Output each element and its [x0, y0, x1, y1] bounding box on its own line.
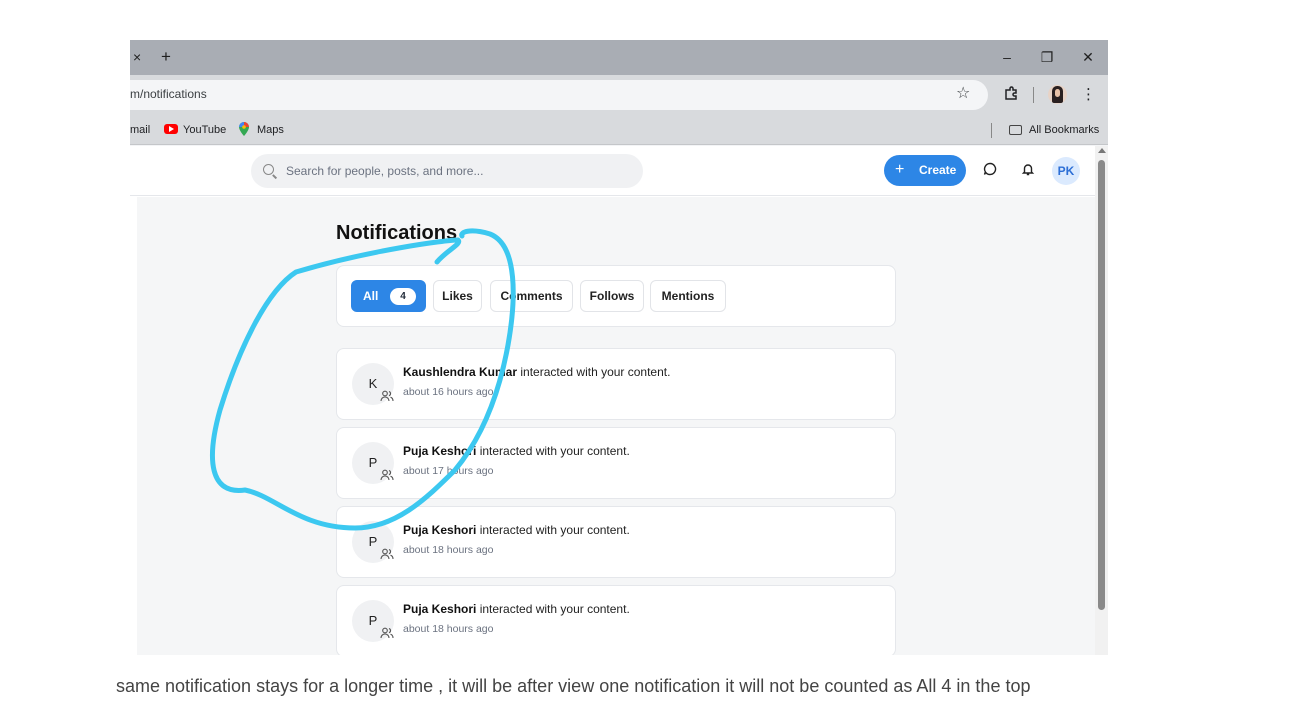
actor-name[interactable]: Puja Keshori — [403, 602, 476, 616]
users-icon — [380, 548, 394, 560]
profile-avatar[interactable] — [1048, 85, 1067, 104]
unread-count-badge: 4 — [390, 288, 416, 305]
more-menu-icon[interactable]: ⋮ — [1081, 86, 1096, 104]
scrollbar-thumb[interactable] — [1098, 160, 1105, 610]
page-scrollbar[interactable] — [1095, 146, 1108, 655]
filter-mentions[interactable]: Mentions — [650, 280, 726, 312]
app-header: Search for people, posts, and more... + … — [130, 146, 1095, 196]
caption-text: same notification stays for a longer tim… — [116, 676, 1031, 696]
close-window-icon[interactable]: ✕ — [1078, 48, 1098, 66]
notification-text: Puja Keshori interacted with your conten… — [403, 444, 630, 458]
close-tab-icon[interactable]: × — [133, 48, 149, 66]
scroll-up-arrow-icon[interactable] — [1098, 148, 1106, 153]
bookmarks-divider — [991, 123, 992, 138]
browser-window: × + – ❐ ✕ m/notifications ☆ ⋮ mail YouTu… — [130, 40, 1108, 655]
notification-item[interactable]: P Puja Keshori interacted with your cont… — [336, 506, 896, 578]
notification-time: about 16 hours ago — [403, 386, 494, 398]
users-icon — [380, 390, 394, 402]
notification-time: about 17 hours ago — [403, 465, 494, 477]
minimize-icon[interactable]: – — [997, 48, 1017, 66]
notification-text: Kaushlendra Kumar interacted with your c… — [403, 365, 670, 379]
create-button[interactable]: + Create — [884, 155, 966, 186]
filter-likes[interactable]: Likes — [433, 280, 482, 312]
notification-text: Puja Keshori interacted with your conten… — [403, 523, 630, 537]
folder-icon — [1009, 125, 1022, 135]
bookmarks-bar: mail YouTube Maps All Bookmarks — [130, 115, 1108, 145]
create-label: Create — [919, 163, 957, 177]
url-text[interactable]: m/notifications — [130, 87, 207, 101]
filter-follows[interactable]: Follows — [580, 280, 644, 312]
restore-icon[interactable]: ❐ — [1037, 48, 1057, 66]
filter-bar: All 4 Likes Comments Follows Mentions — [336, 265, 896, 327]
notification-item[interactable]: K Kaushlendra Kumar interacted with your… — [336, 348, 896, 420]
search-icon — [263, 164, 274, 175]
bookmark-youtube[interactable]: YouTube — [183, 123, 226, 137]
web-page: Search for people, posts, and more... + … — [130, 146, 1108, 655]
toolbar-divider — [1033, 87, 1034, 103]
users-icon — [380, 627, 394, 639]
page-title: Notifications — [336, 222, 458, 244]
actor-name[interactable]: Puja Keshori — [403, 444, 476, 458]
user-avatar[interactable]: PK — [1052, 157, 1080, 185]
notification-action: interacted with your content. — [476, 523, 630, 537]
actor-name[interactable]: Puja Keshori — [403, 523, 476, 537]
notification-action: interacted with your content. — [476, 602, 630, 616]
bell-icon[interactable] — [1018, 161, 1038, 181]
new-tab-icon[interactable]: + — [161, 47, 179, 67]
search-placeholder: Search for people, posts, and more... — [286, 164, 484, 178]
search-input[interactable]: Search for people, posts, and more... — [251, 154, 643, 188]
all-bookmarks[interactable]: All Bookmarks — [1029, 123, 1099, 137]
notification-action: interacted with your content. — [517, 365, 671, 379]
filter-comments[interactable]: Comments — [490, 280, 573, 312]
filter-all-label: All — [363, 289, 379, 303]
notification-action: interacted with your content. — [476, 444, 630, 458]
users-icon — [380, 469, 394, 481]
messages-icon[interactable] — [980, 161, 1000, 181]
youtube-icon — [164, 124, 178, 134]
notification-text: Puja Keshori interacted with your conten… — [403, 602, 630, 616]
address-bar[interactable]: m/notifications ☆ — [130, 80, 988, 110]
notification-item[interactable]: P Puja Keshori interacted with your cont… — [336, 585, 896, 655]
maps-icon — [239, 122, 249, 136]
notification-item[interactable]: P Puja Keshori interacted with your cont… — [336, 427, 896, 499]
extensions-icon[interactable] — [1002, 86, 1020, 104]
screenshot-stage: × + – ❐ ✕ m/notifications ☆ ⋮ mail YouTu… — [0, 0, 1290, 718]
toolbar: m/notifications ☆ ⋮ — [130, 75, 1108, 115]
notification-time: about 18 hours ago — [403, 544, 494, 556]
bookmark-mail[interactable]: mail — [130, 123, 150, 137]
plus-icon: + — [895, 161, 905, 178]
bookmark-maps[interactable]: Maps — [257, 123, 284, 137]
bookmark-star-icon[interactable]: ☆ — [956, 85, 970, 103]
actor-name[interactable]: Kaushlendra Kumar — [403, 365, 517, 379]
tab-strip: × + – ❐ ✕ — [130, 40, 1108, 75]
notification-time: about 18 hours ago — [403, 623, 494, 635]
filter-all[interactable]: All 4 — [351, 280, 426, 312]
